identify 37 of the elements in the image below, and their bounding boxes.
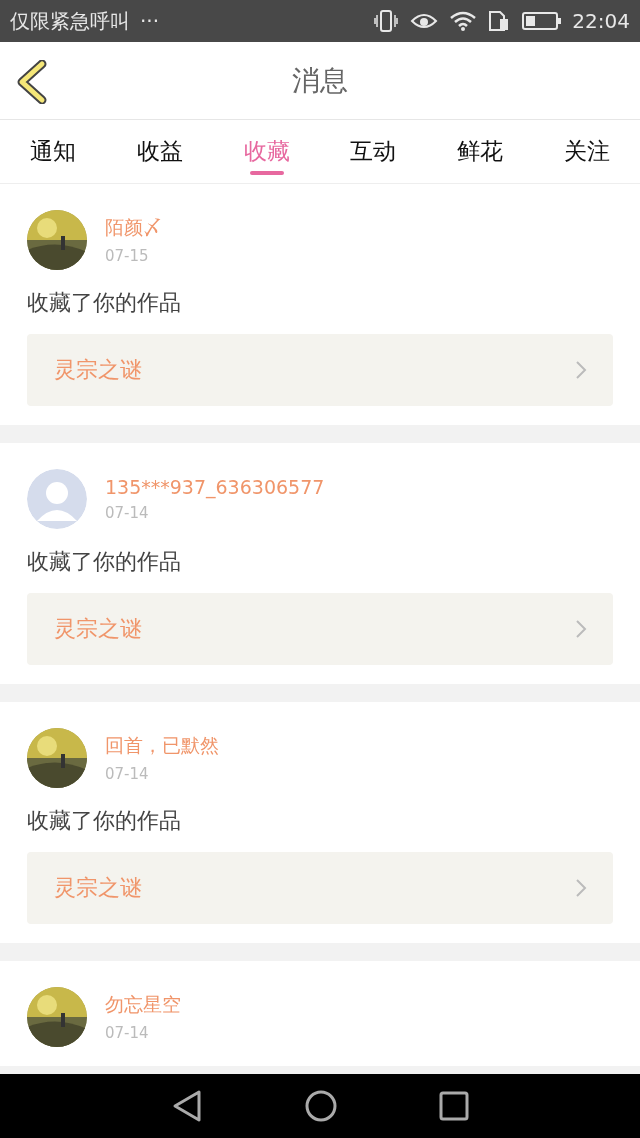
- user-name[interactable]: 勿忘星空: [105, 992, 181, 1018]
- message-date: 07-14: [105, 765, 150, 783]
- vibrate-icon: [374, 10, 399, 32]
- wifi-icon: [450, 11, 477, 31]
- clock: 22:04: [572, 9, 630, 33]
- tab[interactable]: 鲜花: [426, 120, 534, 183]
- work-link[interactable]: 灵宗之谜: [27, 593, 613, 665]
- user-name[interactable]: 陌颜〆: [105, 215, 162, 241]
- tab[interactable]: 互动: [320, 120, 427, 183]
- tab[interactable]: 关注: [533, 120, 640, 183]
- more-notifications: ···: [140, 9, 160, 33]
- back-button[interactable]: [16, 60, 48, 104]
- message-date: 07-14: [105, 1024, 150, 1042]
- message-text: 收藏了你的作品: [27, 807, 182, 835]
- work-link[interactable]: 灵宗之谜: [27, 852, 613, 924]
- work-link[interactable]: 灵宗之谜: [27, 334, 613, 406]
- message-date: 07-15: [105, 247, 150, 265]
- chevron-right-icon: [575, 878, 587, 898]
- back-nav-icon[interactable]: [171, 1089, 203, 1123]
- recents-nav-icon[interactable]: [439, 1091, 469, 1121]
- user-name[interactable]: 135***937_636306577: [105, 476, 325, 498]
- message-text: 收藏了你的作品: [27, 548, 182, 576]
- user-name[interactable]: 回首，已默然: [105, 733, 219, 759]
- chevron-right-icon: [575, 619, 587, 639]
- tab[interactable]: 收益: [106, 120, 214, 183]
- message-text: 收藏了你的作品: [27, 289, 182, 317]
- message-date: 07-14: [105, 504, 150, 522]
- battery-icon: [522, 11, 563, 31]
- status-text: 仅限紧急呼叫: [10, 7, 130, 35]
- tab[interactable]: 收藏: [213, 120, 320, 183]
- chevron-right-icon: [575, 360, 587, 380]
- tab[interactable]: 通知: [0, 120, 107, 183]
- home-nav-icon[interactable]: [305, 1090, 337, 1122]
- avatar-placeholder-icon: [27, 469, 87, 529]
- page-title: 消息: [292, 62, 348, 99]
- eye-icon: [410, 11, 439, 31]
- sim-icon: [488, 10, 511, 32]
